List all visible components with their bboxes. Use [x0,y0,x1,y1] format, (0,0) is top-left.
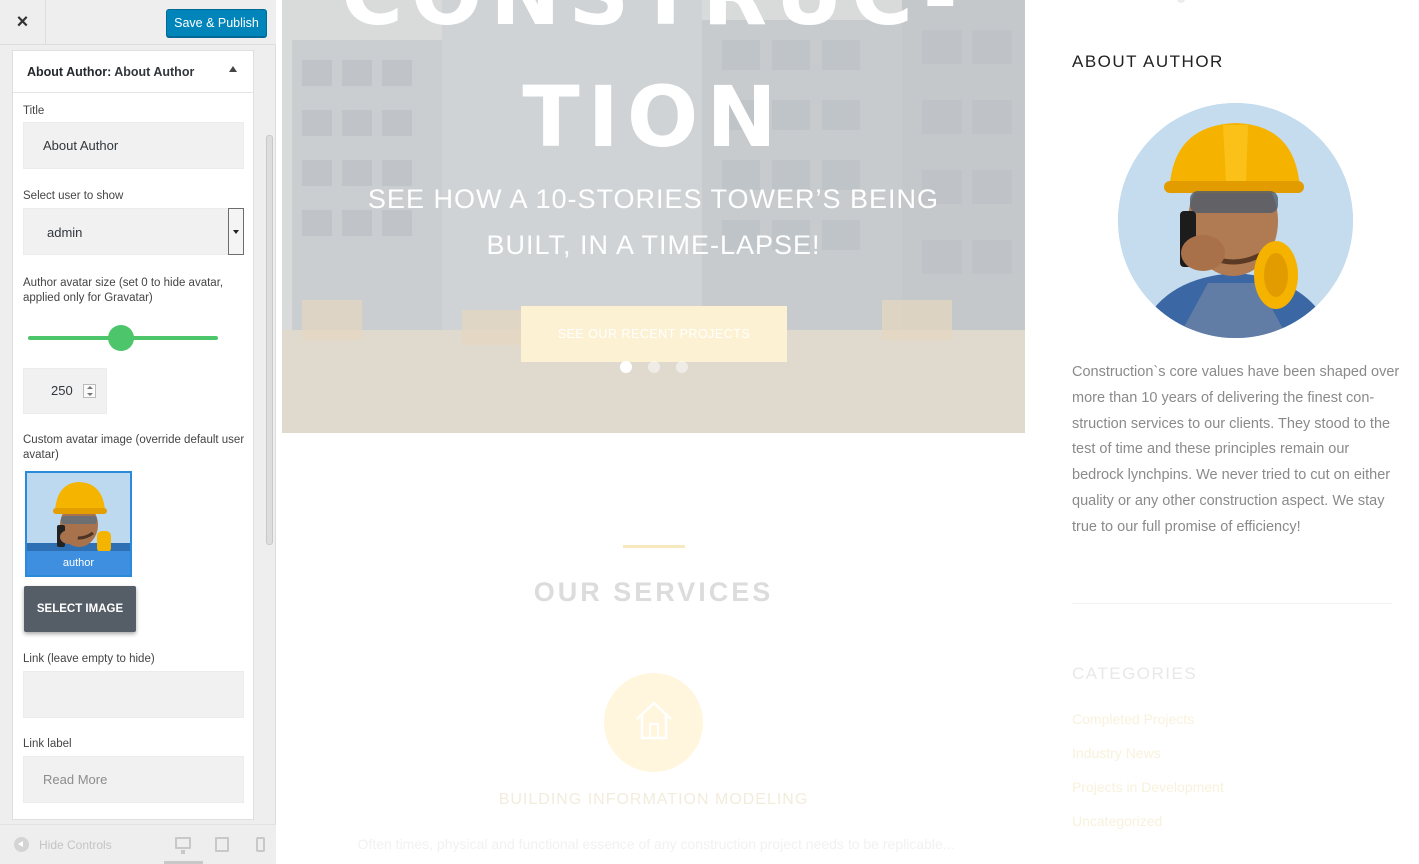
widget-title-name: About Author [114,65,195,79]
author-avatar [1118,103,1353,338]
customizer-header: × Save & Publish [0,0,276,45]
category-link[interactable]: Projects in Development [1072,779,1224,795]
category-link[interactable]: Completed Projects [1072,711,1194,727]
link-label: Link (leave empty to hide) [23,653,155,665]
slider-dot-3[interactable] [676,361,688,373]
service-icon-circle [604,673,703,772]
select-image-button[interactable]: SELECT IMAGE [24,586,136,632]
desktop-icon[interactable] [175,837,191,854]
mobile-icon[interactable] [256,837,265,852]
widget-header[interactable]: About Author: About Author [13,51,253,93]
category-link[interactable]: Uncategorized [1072,813,1162,829]
widget-separator [1072,603,1392,604]
avatar-size-number-input[interactable]: 250 [23,368,107,414]
close-button[interactable]: × [0,0,46,45]
categories-widget-title: CATEGORIES [1072,664,1198,683]
select-dropdown-arrow-icon[interactable] [228,208,244,255]
collapse-arrow-icon[interactable] [229,66,237,72]
hero-heading-line2: TION [522,68,785,166]
section-divider [623,545,685,548]
avatar-size-value: 250 [51,383,73,398]
custom-avatar-thumbnail[interactable]: author [25,471,132,577]
collapse-sidebar-icon[interactable] [14,837,29,852]
services-title: OUR SERVICES [533,577,774,607]
author-bio: Construction`s core values have been sha… [1072,364,1400,535]
avatar-caption: author [27,551,130,575]
widget-panel: About Author: About Author Title About A… [12,50,254,820]
service-item-description: Often times, physical and functional ess… [357,836,955,852]
link-input[interactable] [23,671,244,718]
slider-dot-2[interactable] [648,361,660,373]
slider-dot-1[interactable] [620,361,632,373]
hide-controls-button[interactable]: Hide Controls [39,838,112,852]
customizer-sidebar: × Save & Publish About Author: About Aut… [0,0,276,864]
about-author-widget-title: ABOUT AUTHOR [1072,52,1224,71]
title-input[interactable]: About Author [23,122,244,169]
house-icon [636,701,672,740]
hero-subtitle-line1: SEE HOW A 10-STORIES TOWER’S BEING [367,184,940,214]
site-preview: CONSTRUC- TION SEE HOW A 10-STORIES TOWE… [276,0,1419,864]
hero-cta-button[interactable]: SEE OUR RECENT PROJECTS [521,306,787,362]
hero-subtitle-line2: BUILT, IN A TIME-LAPSE! [486,230,821,260]
category-link[interactable]: Industry News [1072,745,1161,761]
link-label-label: Link label [23,738,72,750]
avatar-size-label: Author avatar size (set 0 to hide avatar… [23,277,224,304]
customizer-footer: Hide Controls [0,824,276,864]
save-publish-button[interactable]: Save & Publish [166,9,267,37]
worker-photo [1118,103,1353,338]
widget-title-prefix: About Author: [27,65,112,79]
widget-title: About Author: About Author [27,65,194,79]
user-select[interactable]: admin [23,208,244,255]
title-label: Title [23,105,45,117]
top-cut-icon [1177,0,1185,3]
hero-slider: CONSTRUC- TION SEE HOW A 10-STORIES TOWE… [282,0,1025,433]
sidebar-scrollbar-thumb[interactable] [266,135,273,545]
user-select-value: admin [47,225,83,240]
hero-heading-line1: CONSTRUC- [282,0,1025,44]
custom-avatar-label: Custom avatar image (override default us… [23,434,245,461]
avatar-size-slider-handle[interactable] [108,325,134,351]
link-label-input[interactable]: Read More [23,756,244,803]
number-spinner-icon[interactable] [83,384,96,398]
sidebar-scrollbar[interactable] [266,45,274,820]
tablet-icon[interactable] [215,837,229,852]
service-item-title: BUILDING INFORMATION MODELING [498,791,809,808]
user-select-label: Select user to show [23,190,124,202]
